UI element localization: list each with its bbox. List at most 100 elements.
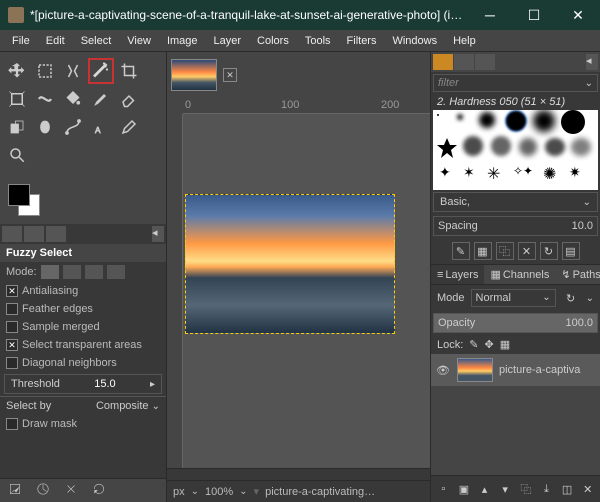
- menu-file[interactable]: File: [4, 33, 38, 49]
- brush-filter[interactable]: filter⌄: [433, 74, 598, 92]
- mask-icon[interactable]: ◫: [559, 480, 576, 498]
- paths-tool[interactable]: [60, 114, 86, 140]
- brush-name: 2. Hardness 050 (51 × 51): [431, 94, 600, 110]
- image-tab-close[interactable]: ✕: [223, 68, 237, 82]
- visibility-icon[interactable]: 👁: [435, 364, 451, 377]
- tab-menu-icon[interactable]: ◂: [586, 54, 598, 70]
- maximize-button[interactable]: ☐: [512, 0, 556, 30]
- duplicate-brush-icon[interactable]: ⿻: [496, 242, 514, 260]
- refresh-brush-icon[interactable]: ↻: [540, 242, 558, 260]
- mode-replace[interactable]: [41, 265, 59, 279]
- open-brush-icon[interactable]: ▤: [562, 242, 580, 260]
- menu-colors[interactable]: Colors: [249, 33, 297, 49]
- layer-row[interactable]: 👁 picture-a-captiva: [431, 354, 600, 386]
- canvas[interactable]: [183, 114, 430, 468]
- clone-tool[interactable]: [4, 114, 30, 140]
- rect-select-tool[interactable]: [32, 58, 58, 84]
- image-tab-thumb[interactable]: [171, 59, 217, 91]
- tab-menu-icon[interactable]: ◂: [152, 226, 164, 242]
- transform-tool[interactable]: [4, 86, 30, 112]
- menu-view[interactable]: View: [119, 33, 159, 49]
- select-by-dropdown[interactable]: Select byComposite ⌄: [0, 396, 166, 415]
- unit-dropdown[interactable]: px: [173, 486, 185, 498]
- raise-layer-icon[interactable]: ▴: [476, 480, 493, 498]
- eraser-tool[interactable]: [116, 86, 142, 112]
- new-layer-icon[interactable]: ▫: [435, 480, 452, 498]
- restore-preset-icon[interactable]: [36, 482, 50, 499]
- delete-layer-icon[interactable]: ✕: [579, 480, 596, 498]
- menu-tools[interactable]: Tools: [297, 33, 339, 49]
- select-transparent-checkbox[interactable]: [6, 339, 18, 351]
- bucket-fill-tool[interactable]: [60, 86, 86, 112]
- new-brush-icon[interactable]: ▦: [474, 242, 492, 260]
- feather-checkbox[interactable]: [6, 303, 18, 315]
- patterns-tab-icon[interactable]: [454, 54, 474, 70]
- edit-brush-icon[interactable]: ✎: [452, 242, 470, 260]
- device-status-tab[interactable]: [24, 226, 44, 242]
- blend-mode-dropdown[interactable]: Normal⌄: [471, 289, 556, 307]
- layer-thumbnail[interactable]: [457, 358, 493, 382]
- brush-actions: ✎ ▦ ⿻ ✕ ↻ ▤: [431, 238, 600, 264]
- opacity-slider[interactable]: Opacity100.0: [433, 313, 598, 333]
- brushes-tab-icon[interactable]: [433, 54, 453, 70]
- paths-tab[interactable]: ↯Paths: [555, 265, 600, 284]
- mode-reset-icon[interactable]: ↻: [562, 289, 580, 307]
- menu-edit[interactable]: Edit: [38, 33, 73, 49]
- close-button[interactable]: ✕: [556, 0, 600, 30]
- menu-image[interactable]: Image: [159, 33, 206, 49]
- delete-brush-icon[interactable]: ✕: [518, 242, 536, 260]
- fonts-tab-icon[interactable]: [475, 54, 495, 70]
- foreground-color[interactable]: [8, 184, 30, 206]
- menu-help[interactable]: Help: [445, 33, 484, 49]
- menu-layer[interactable]: Layer: [206, 33, 250, 49]
- save-preset-icon[interactable]: [8, 482, 22, 499]
- sample-merged-checkbox[interactable]: [6, 321, 18, 333]
- drawmask-checkbox[interactable]: [6, 418, 18, 430]
- channels-tab[interactable]: ▦Channels: [484, 265, 555, 284]
- feather-label: Feather edges: [22, 303, 93, 315]
- lower-layer-icon[interactable]: ▾: [497, 480, 514, 498]
- merge-down-icon[interactable]: ⤓: [538, 480, 555, 498]
- duplicate-layer-icon[interactable]: ⿻: [518, 480, 535, 498]
- paintbrush-tool[interactable]: [88, 86, 114, 112]
- drawmask-label: Draw mask: [22, 418, 77, 430]
- layers-tab[interactable]: ≡Layers: [431, 265, 484, 284]
- lock-pixels-icon[interactable]: ✎: [469, 338, 478, 351]
- titlebar: *[picture-a-captivating-scene-of-a-tranq…: [0, 0, 600, 30]
- menu-select[interactable]: Select: [73, 33, 120, 49]
- mode-add[interactable]: [63, 265, 81, 279]
- zoom-tool[interactable]: [4, 142, 30, 168]
- mode-subtract[interactable]: [85, 265, 103, 279]
- smudge-tool[interactable]: [32, 114, 58, 140]
- text-tool[interactable]: A: [88, 114, 114, 140]
- undo-history-tab[interactable]: [46, 226, 66, 242]
- lock-label: Lock:: [437, 339, 463, 351]
- fuzzy-select-tool[interactable]: [88, 58, 114, 84]
- minimize-button[interactable]: ─: [468, 0, 512, 30]
- select-by-label: Select by: [6, 400, 51, 412]
- image-content[interactable]: [185, 194, 395, 334]
- layer-name[interactable]: picture-a-captiva: [499, 364, 580, 376]
- move-tool[interactable]: [4, 58, 30, 84]
- lock-alpha-icon[interactable]: ▦: [500, 338, 510, 351]
- menu-windows[interactable]: Windows: [384, 33, 445, 49]
- threshold-slider[interactable]: Threshold15.0▸: [4, 374, 162, 394]
- new-group-icon[interactable]: ▣: [456, 480, 473, 498]
- spacing-slider[interactable]: Spacing10.0: [433, 216, 598, 236]
- tool-options-tab[interactable]: [2, 226, 22, 242]
- zoom-value[interactable]: 100%: [205, 486, 233, 498]
- crop-tool[interactable]: [116, 58, 142, 84]
- horizontal-scrollbar[interactable]: [167, 468, 430, 480]
- diagonal-checkbox[interactable]: [6, 357, 18, 369]
- color-picker-tool[interactable]: [116, 114, 142, 140]
- delete-preset-icon[interactable]: [64, 482, 78, 499]
- lock-position-icon[interactable]: ✥: [485, 338, 494, 351]
- reset-preset-icon[interactable]: [92, 482, 106, 499]
- warp-tool[interactable]: [32, 86, 58, 112]
- mode-intersect[interactable]: [107, 265, 125, 279]
- brush-preset-dropdown[interactable]: Basic,⌄: [433, 192, 598, 212]
- brush-grid[interactable]: ✦ ✶ ✳ ✧✦ ✺ ✷: [433, 110, 598, 190]
- free-select-tool[interactable]: [60, 58, 86, 84]
- menu-filters[interactable]: Filters: [339, 33, 385, 49]
- antialiasing-checkbox[interactable]: [6, 285, 18, 297]
